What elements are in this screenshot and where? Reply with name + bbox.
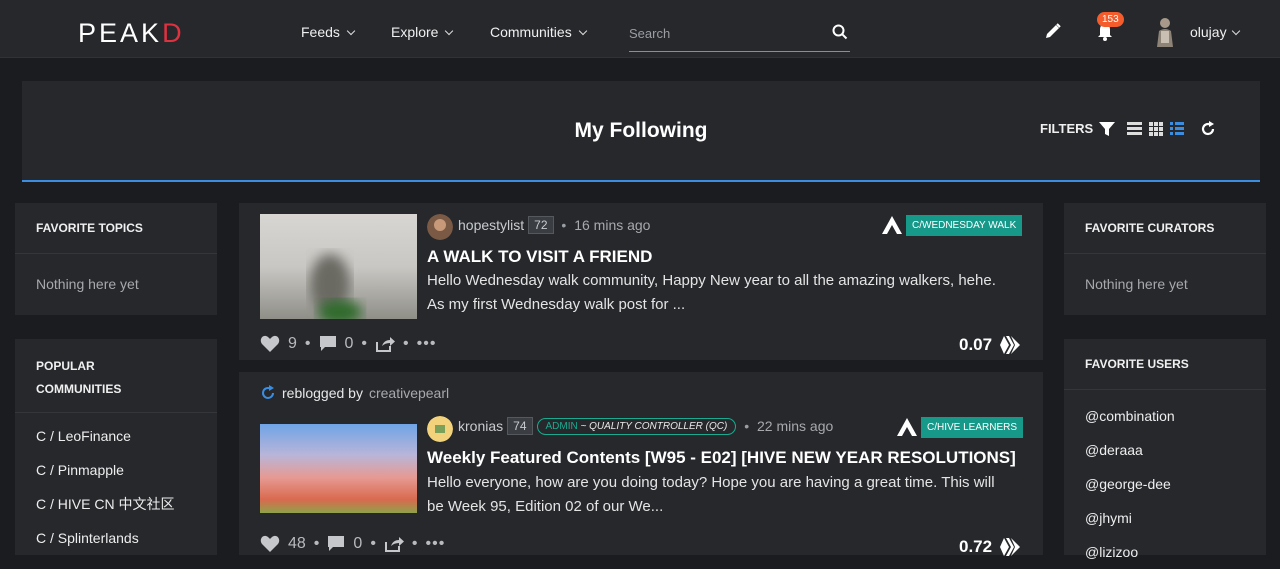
user-menu[interactable]: olujay — [1190, 24, 1240, 40]
filter-icon — [1099, 121, 1116, 136]
community-logo-icon — [897, 418, 917, 436]
favorite-curators-empty: Nothing here yet — [1085, 276, 1188, 292]
post-payout[interactable]: 0.07 — [959, 335, 1021, 355]
community-item[interactable]: C / HIVE CN 中文社区 — [15, 487, 217, 521]
favorite-curators-card: FAVORITE CURATORS Nothing here yet — [1064, 203, 1266, 315]
search-icon[interactable] — [832, 24, 848, 40]
chevron-down-icon — [578, 26, 587, 35]
post-meta: kronias 74 ADMIN ~ QUALITY CONTROLLER (Q… — [458, 417, 834, 435]
search-input[interactable] — [629, 26, 819, 41]
favorite-user-item[interactable]: @deraaa — [1064, 433, 1266, 467]
post-card: hopestylist 72 • 16 mins ago C/WEDNESDAY… — [239, 203, 1043, 360]
favorite-topics-title: FAVORITE TOPICS — [15, 203, 217, 254]
favorite-topics-empty: Nothing here yet — [36, 276, 139, 292]
more-icon[interactable]: ••• — [426, 535, 446, 553]
post-actions: 9 • 0 • • ••• — [260, 335, 436, 353]
post-excerpt[interactable]: Hello everyone, how are you doing today?… — [427, 471, 1027, 519]
community-role-badge: ADMIN ~ QUALITY CONTROLLER (QC) — [536, 417, 737, 435]
post-thumbnail[interactable] — [260, 424, 417, 513]
hive-icon — [1000, 538, 1021, 556]
post-thumbnail[interactable] — [260, 214, 417, 319]
search-box — [629, 18, 850, 52]
author-avatar[interactable] — [427, 214, 453, 240]
reblog-line: reblogged by creativepearl — [260, 385, 449, 401]
vote-count: 9 — [288, 335, 297, 352]
nav-feeds[interactable]: Feeds — [301, 24, 356, 40]
filters-button[interactable]: FILTERS — [1040, 121, 1116, 136]
community-logo-icon — [882, 216, 902, 234]
favorite-topics-card: FAVORITE TOPICS Nothing here yet — [15, 203, 217, 315]
grid-view-icon[interactable] — [1149, 122, 1163, 136]
favorite-user-item[interactable]: @combination — [1064, 399, 1266, 433]
favorite-users-card: FAVORITE USERS @combination @deraaa @geo… — [1064, 339, 1266, 560]
more-icon[interactable]: ••• — [417, 335, 437, 353]
chevron-down-icon — [1231, 26, 1240, 35]
heart-icon[interactable] — [260, 335, 280, 353]
post-actions: 48 • 0 • • ••• — [260, 535, 445, 553]
post-time: 22 mins ago — [757, 418, 834, 434]
community-item[interactable]: C / LeoFinance — [15, 419, 217, 453]
community-tag[interactable]: C/HIVE LEARNERS — [921, 417, 1024, 438]
avatar[interactable] — [1152, 17, 1178, 47]
author-name[interactable]: hopestylist — [458, 217, 524, 233]
reblogger-name[interactable]: creativepearl — [369, 385, 449, 401]
chevron-down-icon — [346, 26, 356, 35]
pencil-icon[interactable] — [1044, 22, 1062, 40]
comment-icon[interactable] — [327, 535, 345, 553]
community-item[interactable]: C / Pinmapple — [15, 453, 217, 487]
chevron-down-icon — [445, 26, 454, 35]
feed-header: My Following FILTERS — [22, 81, 1260, 182]
peakd-logo[interactable]: PEAKD — [78, 18, 185, 49]
author-name[interactable]: kronias — [458, 418, 503, 434]
list-view-icon[interactable] — [1127, 122, 1142, 135]
share-icon[interactable] — [384, 536, 404, 552]
hive-icon — [1000, 336, 1021, 354]
favorite-user-item[interactable]: @lizizoo — [1064, 535, 1266, 569]
reputation-badge: 72 — [528, 216, 554, 234]
favorite-curators-title: FAVORITE CURATORS — [1064, 203, 1266, 254]
community-item[interactable]: C / Splinterlands — [15, 521, 217, 555]
heart-icon[interactable] — [260, 535, 280, 553]
top-navbar: PEAKD Feeds Explore Communities 153 oluj… — [0, 0, 1280, 58]
nav-communities[interactable]: Communities — [490, 24, 587, 40]
post-meta: hopestylist 72 • 16 mins ago — [458, 216, 651, 234]
reputation-badge: 74 — [507, 417, 533, 435]
share-icon[interactable] — [375, 336, 396, 352]
post-excerpt[interactable]: Hello Wednesday walk community, Happy Ne… — [427, 269, 1027, 317]
nav-explore[interactable]: Explore — [391, 24, 454, 40]
post-title[interactable]: A WALK TO VISIT A FRIEND — [427, 247, 652, 267]
compact-view-icon[interactable] — [1170, 122, 1184, 135]
favorite-users-title: FAVORITE USERS — [1064, 339, 1266, 390]
comment-count: 0 — [344, 335, 354, 352]
favorite-user-item[interactable]: @george-dee — [1064, 467, 1266, 501]
author-avatar[interactable] — [427, 416, 453, 442]
popular-communities-card: POPULAR COMMUNITIES C / LeoFinance C / P… — [15, 339, 217, 555]
refresh-icon[interactable] — [1200, 121, 1216, 137]
post-card: reblogged by creativepearl kronias 74 AD… — [239, 372, 1043, 557]
post-title[interactable]: Weekly Featured Contents [W95 - E02] [HI… — [427, 448, 1016, 468]
comment-count: 0 — [353, 535, 363, 552]
community-tag[interactable]: C/WEDNESDAY WALK — [906, 215, 1023, 236]
comment-icon[interactable] — [319, 335, 337, 353]
reblog-icon — [262, 385, 274, 399]
favorite-user-item[interactable]: @jhymi — [1064, 501, 1266, 535]
view-switcher — [1127, 122, 1184, 136]
vote-count: 48 — [288, 535, 306, 552]
notification-badge[interactable]: 153 — [1097, 12, 1124, 27]
post-payout[interactable]: 0.72 — [959, 537, 1021, 557]
post-time: 16 mins ago — [574, 217, 651, 233]
popular-communities-title: POPULAR COMMUNITIES — [15, 339, 217, 413]
